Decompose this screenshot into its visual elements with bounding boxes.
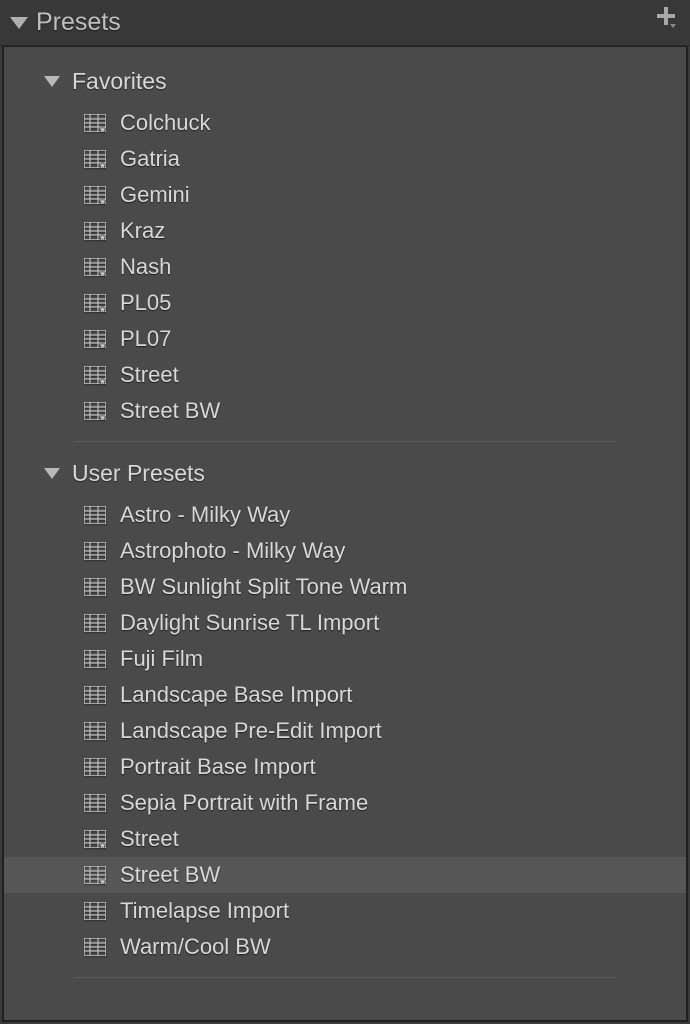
group-title: Favorites [72,68,167,95]
preset-label: Daylight Sunrise TL Import [120,610,379,636]
preset-item[interactable]: Colchuck [4,105,686,141]
preset-item[interactable]: Street BW [4,393,686,429]
preset-favorite-icon [84,866,106,884]
presets-panel: Presets Favorites Colchuck [0,0,690,1024]
preset-icon [84,650,106,668]
collapse-panel-icon[interactable] [10,17,28,29]
preset-item[interactable]: BW Sunlight Split Tone Warm [4,569,686,605]
preset-label: Landscape Pre-Edit Import [120,718,382,744]
preset-icon [84,902,106,920]
preset-item[interactable]: PL05 [4,285,686,321]
preset-icon [84,542,106,560]
preset-icon [84,758,106,776]
preset-list: Astro - Milky Way Astrophoto - Milky Way… [4,497,686,965]
preset-favorite-icon [84,366,106,384]
preset-icon [84,938,106,956]
preset-list: Colchuck Gatria Gemini [4,105,686,429]
collapse-group-icon[interactable] [44,76,60,87]
preset-item[interactable]: Sepia Portrait with Frame [4,785,686,821]
preset-label: Street [120,362,179,388]
divider [74,977,616,978]
preset-item[interactable]: Street BW [4,857,686,893]
preset-label: Gemini [120,182,190,208]
preset-favorite-icon [84,222,106,240]
preset-item[interactable]: Street [4,357,686,393]
preset-label: Street [120,826,179,852]
preset-label: Astrophoto - Milky Way [120,538,345,564]
preset-label: BW Sunlight Split Tone Warm [120,574,407,600]
group-header[interactable]: Favorites [4,62,686,105]
group-title: User Presets [72,460,205,487]
preset-item[interactable]: Landscape Base Import [4,677,686,713]
preset-label: Sepia Portrait with Frame [120,790,368,816]
preset-item[interactable]: Fuji Film [4,641,686,677]
preset-item[interactable]: Astrophoto - Milky Way [4,533,686,569]
preset-favorite-icon [84,186,106,204]
divider [74,441,616,442]
preset-label: Landscape Base Import [120,682,352,708]
preset-label: Astro - Milky Way [120,502,290,528]
panel-header[interactable]: Presets [0,0,690,46]
preset-favorite-icon [84,830,106,848]
preset-item[interactable]: Gatria [4,141,686,177]
preset-item[interactable]: Portrait Base Import [4,749,686,785]
panel-body: Favorites Colchuck Gatria [2,45,688,1022]
preset-icon [84,686,106,704]
preset-item[interactable]: Astro - Milky Way [4,497,686,533]
add-preset-button[interactable] [654,6,678,33]
preset-label: Timelapse Import [120,898,289,924]
preset-item[interactable]: Street [4,821,686,857]
preset-label: Kraz [120,218,165,244]
preset-label: Street BW [120,398,220,424]
preset-label: Colchuck [120,110,210,136]
preset-label: Fuji Film [120,646,203,672]
preset-icon [84,578,106,596]
preset-label: PL05 [120,290,171,316]
preset-favorite-icon [84,330,106,348]
collapse-group-icon[interactable] [44,468,60,479]
preset-favorite-icon [84,150,106,168]
preset-group: Favorites Colchuck Gatria [4,62,686,442]
panel-title: Presets [36,8,121,37]
preset-item[interactable]: Kraz [4,213,686,249]
preset-item[interactable]: Timelapse Import [4,893,686,929]
preset-label: Gatria [120,146,180,172]
preset-group: User Presets Astro - Milky Way Astrophot… [4,454,686,978]
preset-icon [84,794,106,812]
preset-label: Warm/Cool BW [120,934,271,960]
preset-label: Street BW [120,862,220,888]
group-header[interactable]: User Presets [4,454,686,497]
preset-item[interactable]: Landscape Pre-Edit Import [4,713,686,749]
preset-icon [84,614,106,632]
preset-item[interactable]: Nash [4,249,686,285]
preset-icon [84,722,106,740]
preset-favorite-icon [84,258,106,276]
preset-icon [84,506,106,524]
preset-item[interactable]: Gemini [4,177,686,213]
preset-label: PL07 [120,326,171,352]
preset-favorite-icon [84,402,106,420]
preset-label: Nash [120,254,171,280]
preset-item[interactable]: Daylight Sunrise TL Import [4,605,686,641]
preset-item[interactable]: PL07 [4,321,686,357]
preset-favorite-icon [84,114,106,132]
preset-favorite-icon [84,294,106,312]
preset-label: Portrait Base Import [120,754,316,780]
preset-item[interactable]: Warm/Cool BW [4,929,686,965]
